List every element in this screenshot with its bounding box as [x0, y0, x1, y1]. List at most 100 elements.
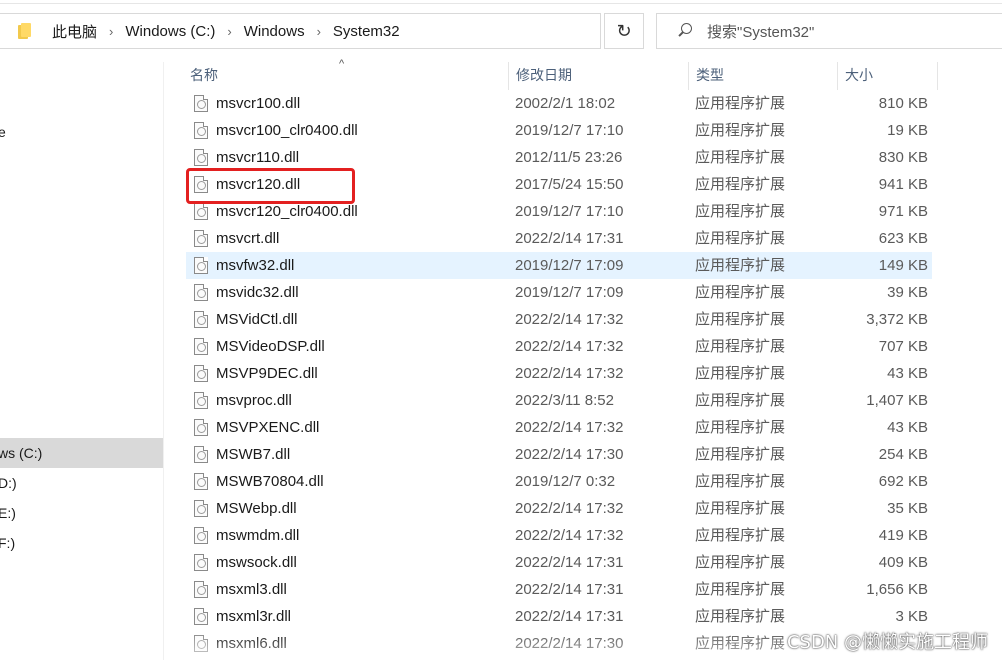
file-row[interactable]: msvcr100_clr0400.dll 2019/12/7 17:10 应用程序扩… — [186, 117, 932, 144]
dll-file-icon — [194, 311, 208, 328]
file-type: 应用程序扩展 — [695, 446, 786, 463]
file-row[interactable]: mswsock.dll 2022/2/14 17:31 应用程序扩展 409 KB — [186, 549, 932, 576]
annotation-highlight-box — [186, 168, 355, 204]
nav-item-e-drive[interactable]: E:) — [0, 505, 16, 521]
file-row[interactable]: mswmdm.dll 2022/2/14 17:32 应用程序扩展 419 KB — [186, 522, 932, 549]
dll-file-icon — [194, 230, 208, 247]
file-name: MSVideoDSP.dll — [216, 338, 325, 355]
file-type: 应用程序扩展 — [695, 176, 786, 193]
file-type: 应用程序扩展 — [695, 365, 786, 382]
address-bar[interactable]: 此电脑 › Windows (C:) › Windows › System32 — [0, 13, 601, 49]
chevron-right-icon[interactable]: › — [219, 24, 239, 39]
folder-icon — [18, 23, 32, 39]
file-name: MSWebp.dll — [216, 500, 297, 517]
file-name: MSVPXENC.dll — [216, 419, 320, 436]
breadcrumb-c-drive[interactable]: Windows (C:) — [121, 23, 219, 40]
file-name: MSVidCtl.dll — [216, 311, 298, 328]
file-size: 1,407 KB — [866, 392, 928, 409]
file-date-modified: 2012/11/5 23:26 — [515, 149, 623, 166]
file-size: 941 KB — [878, 176, 928, 193]
file-date-modified: 2019/12/7 0:32 — [515, 473, 616, 490]
file-row[interactable]: MSVidCtl.dll 2022/2/14 17:32 应用程序扩展 3,372 K… — [186, 306, 932, 333]
file-row[interactable]: MSWB70804.dll 2019/12/7 0:32 应用程序扩展 692 KB — [186, 468, 932, 495]
dll-file-icon — [194, 446, 208, 463]
file-name: msvidc32.dll — [216, 284, 299, 301]
header-size[interactable]: 大小 — [837, 62, 937, 88]
file-name: mswmdm.dll — [216, 527, 300, 544]
breadcrumb-windows[interactable]: Windows — [240, 23, 309, 40]
file-name: MSWB70804.dll — [216, 473, 324, 490]
file-type: 应用程序扩展 — [695, 392, 786, 409]
file-row[interactable]: msvproc.dll 2022/3/11 8:52 应用程序扩展 1,407 KB — [186, 387, 932, 414]
file-type: 应用程序扩展 — [695, 230, 786, 247]
file-row[interactable]: msvidc32.dll 2019/12/7 17:09 应用程序扩展 39 KB — [186, 279, 932, 306]
file-date-modified: 2022/2/14 17:32 — [515, 311, 624, 328]
file-size: 830 KB — [878, 149, 928, 166]
file-row[interactable]: MSWB7.dll 2022/2/14 17:30 应用程序扩展 254 KB — [186, 441, 932, 468]
header-name[interactable]: 名称 — [182, 62, 508, 88]
file-date-modified: 2022/2/14 17:32 — [515, 527, 624, 544]
file-row[interactable]: msvcr100.dll 2002/2/1 18:02 应用程序扩展 810 KB — [186, 90, 932, 117]
file-type: 应用程序扩展 — [695, 284, 786, 301]
nav-item-c-drive[interactable]: ws (C:) — [0, 445, 42, 461]
file-type: 应用程序扩展 — [695, 554, 786, 571]
file-size: 1,656 KB — [866, 581, 928, 598]
header-date-modified[interactable]: 修改日期 — [508, 62, 688, 88]
file-row[interactable]: msvcrt.dll 2022/2/14 17:31 应用程序扩展 623 KB — [186, 225, 932, 252]
file-row[interactable]: msvfw32.dll 2019/12/7 17:09 应用程序扩展 149 KB — [186, 252, 932, 279]
file-size: 254 KB — [878, 446, 928, 463]
nav-item-f-drive[interactable]: F:) — [0, 535, 15, 551]
file-date-modified: 2022/2/14 17:30 — [515, 446, 624, 463]
file-type: 应用程序扩展 — [695, 500, 786, 517]
file-row[interactable]: msvcr110.dll 2012/11/5 23:26 应用程序扩展 830 KB — [186, 144, 932, 171]
file-date-modified: 2002/2/1 18:02 — [515, 95, 616, 112]
file-type: 应用程序扩展 — [695, 311, 786, 328]
dll-file-icon — [194, 419, 208, 436]
file-size: 43 KB — [887, 419, 928, 436]
search-box[interactable]: 搜索"System32" — [656, 13, 1002, 49]
file-row[interactable]: msxml3.dll 2022/2/14 17:31 应用程序扩展 1,656 KB — [186, 576, 932, 603]
breadcrumb-system32[interactable]: System32 — [329, 23, 404, 40]
dll-file-icon — [194, 527, 208, 544]
file-name: msvfw32.dll — [216, 257, 295, 274]
header-type[interactable]: 类型 — [688, 62, 837, 88]
file-size: 623 KB — [878, 230, 928, 247]
chevron-right-icon[interactable]: › — [101, 24, 121, 39]
file-name: msvcr110.dll — [216, 149, 300, 166]
breadcrumb-this-pc[interactable]: 此电脑 — [48, 21, 101, 42]
file-name: msvcr100_clr0400.dll — [216, 122, 358, 139]
nav-item-partial[interactable]: e — [0, 124, 6, 140]
file-name: MSVP9DEC.dll — [216, 365, 318, 382]
column-divider[interactable] — [937, 62, 938, 90]
chevron-right-icon[interactable]: › — [309, 24, 329, 39]
file-size: 35 KB — [887, 500, 928, 517]
dll-file-icon — [194, 338, 208, 355]
file-date-modified: 2019/12/7 17:10 — [515, 203, 624, 220]
file-type: 应用程序扩展 — [695, 203, 786, 220]
file-row[interactable]: MSWebp.dll 2022/2/14 17:32 应用程序扩展 35 KB — [186, 495, 932, 522]
file-name: msvcrt.dll — [216, 230, 280, 247]
column-headers: ^ 名称 修改日期 类型 大小 — [166, 58, 1002, 90]
file-size: 3,372 KB — [866, 311, 928, 328]
navigation-pane: e ws (C:) D:) E:) F:) — [0, 62, 164, 660]
file-date-modified: 2022/2/14 17:31 — [515, 608, 624, 625]
file-type: 应用程序扩展 — [695, 473, 786, 490]
file-row[interactable]: MSVP9DEC.dll 2022/2/14 17:32 应用程序扩展 43 KB — [186, 360, 932, 387]
file-type: 应用程序扩展 — [695, 149, 786, 166]
refresh-icon: ↻ — [616, 20, 632, 41]
file-size: 707 KB — [878, 338, 928, 355]
file-row[interactable]: MSVPXENC.dll 2022/2/14 17:32 应用程序扩展 43 KB — [186, 414, 932, 441]
refresh-button[interactable]: ↻ — [604, 13, 644, 49]
file-row[interactable]: msxml3r.dll 2022/2/14 17:31 应用程序扩展 3 KB — [186, 603, 932, 630]
dll-file-icon — [194, 257, 208, 274]
file-name: msvcr100.dll — [216, 95, 301, 112]
window-top-edge — [0, 0, 1002, 4]
search-input[interactable]: 搜索"System32" — [707, 21, 814, 42]
dll-file-icon — [194, 122, 208, 139]
file-type: 应用程序扩展 — [695, 527, 786, 544]
dll-file-icon — [194, 554, 208, 571]
nav-item-d-drive[interactable]: D:) — [0, 475, 17, 491]
dll-file-icon — [194, 473, 208, 490]
file-row[interactable]: MSVideoDSP.dll 2022/2/14 17:32 应用程序扩展 707 K… — [186, 333, 932, 360]
file-name: mswsock.dll — [216, 554, 297, 571]
